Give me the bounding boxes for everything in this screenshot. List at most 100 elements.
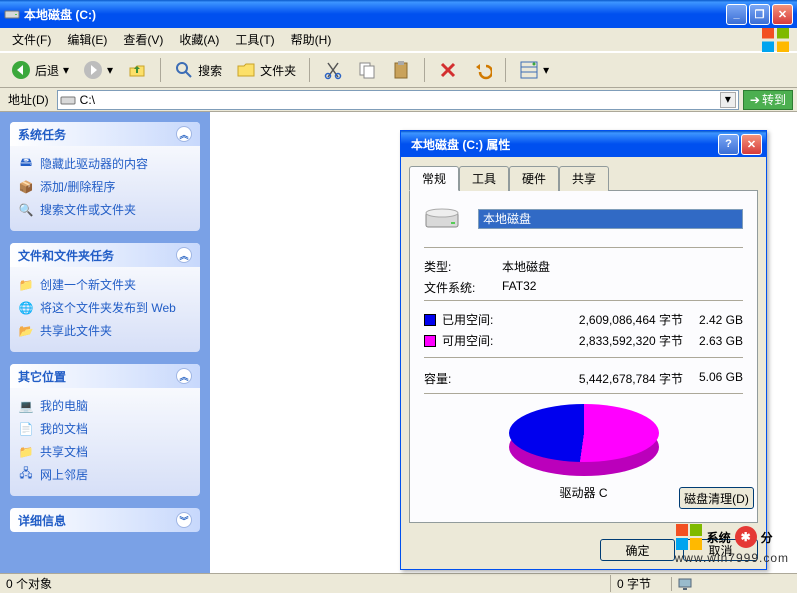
task-shared-docs[interactable]: 📁共享文档 [18, 440, 192, 463]
used-label: 已用空间: [442, 311, 522, 328]
minimize-button[interactable]: _ [726, 4, 747, 25]
panel-other-places: 其它位置 ︽ 💻我的电脑 📄 我的文档 📁共享文档 🖧 网上邻居 [10, 364, 200, 496]
copy-button[interactable] [352, 56, 382, 84]
paste-button[interactable] [386, 56, 416, 84]
free-swatch [424, 335, 436, 347]
views-button[interactable]: ▾ [514, 56, 554, 84]
watermark-brand2: 分 [761, 529, 773, 546]
task-label: 我的电脑 [40, 397, 88, 414]
separator [424, 357, 743, 358]
folders-button[interactable]: 文件夹 [231, 56, 301, 84]
go-button[interactable]: ➔ 转到 [743, 90, 793, 110]
tab-tools[interactable]: 工具 [459, 166, 509, 191]
task-label: 我的文档 [40, 420, 88, 437]
fs-label: 文件系统: [424, 279, 502, 296]
back-button[interactable]: 后退 ▾ [6, 56, 74, 84]
help-button[interactable]: ? [718, 134, 739, 155]
network-icon: 🖧 [18, 467, 34, 483]
delete-button[interactable] [433, 56, 463, 84]
separator [424, 247, 743, 248]
drive-icon [424, 205, 460, 233]
type-value: 本地磁盘 [502, 258, 550, 275]
panel-header[interactable]: 详细信息 ︾ [10, 508, 200, 532]
publish-icon: 🌐 [18, 300, 34, 316]
drive-icon [4, 6, 20, 22]
dialog-title: 本地磁盘 (C:) 属性 [405, 136, 716, 153]
task-my-documents[interactable]: 📄 我的文档 [18, 417, 192, 440]
titlebar[interactable]: 本地磁盘 (C:) _ ❐ ✕ [0, 0, 797, 28]
task-label: 共享此文件夹 [40, 322, 112, 339]
task-search[interactable]: 🔍搜索文件或文件夹 [18, 198, 192, 221]
tabpage-general: 本地磁盘 类型:本地磁盘 文件系统:FAT32 已用空间: 2,609,086,… [409, 190, 758, 523]
dialog-close-button[interactable]: ✕ [741, 134, 762, 155]
drive-icon: 🖴 [18, 156, 34, 172]
sidebar: 系统任务 ︽ 🖴隐藏此驱动器的内容 📦添加/删除程序 🔍搜索文件或文件夹 文件和… [0, 112, 210, 573]
maximize-button[interactable]: ❐ [749, 4, 770, 25]
back-label: 后退 [35, 62, 59, 79]
status-objects: 0 个对象 [6, 575, 52, 592]
panel-system-tasks: 系统任务 ︽ 🖴隐藏此驱动器的内容 📦添加/删除程序 🔍搜索文件或文件夹 [10, 122, 200, 231]
task-my-computer[interactable]: 💻我的电脑 [18, 394, 192, 417]
documents-icon: 📄 [18, 421, 34, 437]
menu-favorites[interactable]: 收藏(A) [171, 29, 227, 50]
menu-file[interactable]: 文件(F) [4, 29, 59, 50]
menu-help[interactable]: 帮助(H) [283, 29, 340, 50]
tabstrip: 常规 工具 硬件 共享 [409, 166, 758, 191]
panel-header[interactable]: 系统任务 ︽ [10, 122, 200, 146]
undo-button[interactable] [467, 56, 497, 84]
ok-button[interactable]: 确定 [600, 539, 675, 561]
toolbar: 后退 ▾ ▾ 搜索 文件夹 ▾ [0, 52, 797, 88]
dialog-titlebar[interactable]: 本地磁盘 (C:) 属性 ? ✕ [401, 131, 766, 157]
task-publish[interactable]: 🌐将这个文件夹发布到 Web [18, 296, 192, 319]
close-button[interactable]: ✕ [772, 4, 793, 25]
mslogo-icon [675, 523, 703, 551]
separator [424, 300, 743, 301]
menu-view[interactable]: 查看(V) [115, 29, 171, 50]
task-add-remove[interactable]: 📦添加/删除程序 [18, 175, 192, 198]
address-combo[interactable]: C:\ ▾ [57, 90, 739, 110]
dropdown-icon: ▾ [63, 63, 69, 77]
panel-title: 文件和文件夹任务 [18, 247, 114, 264]
task-label: 网上邻居 [40, 466, 88, 483]
tab-general[interactable]: 常规 [409, 166, 459, 191]
chevron-down-icon[interactable]: ︾ [176, 512, 192, 528]
used-swatch [424, 314, 436, 326]
cap-human: 5.06 GB [683, 370, 743, 387]
addremove-icon: 📦 [18, 179, 34, 195]
free-human: 2.63 GB [683, 334, 743, 348]
task-hide-drive[interactable]: 🖴隐藏此驱动器的内容 [18, 152, 192, 175]
menu-edit[interactable]: 编辑(E) [59, 29, 115, 50]
properties-dialog: 本地磁盘 (C:) 属性 ? ✕ 常规 工具 硬件 共享 本地磁盘 类型:本地磁… [400, 130, 767, 570]
forward-button[interactable]: ▾ [78, 56, 118, 84]
go-label: 转到 [762, 91, 786, 108]
chevron-up-icon[interactable]: ︽ [176, 126, 192, 142]
chevron-up-icon[interactable]: ︽ [176, 368, 192, 384]
share-icon: 📂 [18, 323, 34, 339]
panel-file-tasks: 文件和文件夹任务 ︽ 📁创建一个新文件夹 🌐将这个文件夹发布到 Web 📂 共享此… [10, 243, 200, 352]
separator [424, 393, 743, 394]
dropdown-icon: ▾ [543, 63, 549, 77]
statusbar: 0 个对象 0 字节 [0, 573, 797, 593]
used-bytes: 2,609,086,464 字节 [522, 311, 683, 328]
search-button[interactable]: 搜索 [169, 56, 227, 84]
drive-name-input[interactable]: 本地磁盘 [478, 209, 743, 229]
task-new-folder[interactable]: 📁创建一个新文件夹 [18, 273, 192, 296]
go-icon: ➔ [750, 93, 760, 107]
chevron-up-icon[interactable]: ︽ [176, 247, 192, 263]
task-share[interactable]: 📂 共享此文件夹 [18, 319, 192, 342]
dropdown-icon[interactable]: ▾ [720, 92, 736, 108]
tab-sharing[interactable]: 共享 [559, 166, 609, 191]
up-button[interactable] [122, 56, 152, 84]
separator [309, 58, 310, 82]
search-icon: 🔍 [18, 202, 34, 218]
disk-cleanup-button[interactable]: 磁盘清理(D) [679, 487, 754, 509]
task-network[interactable]: 🖧 网上邻居 [18, 463, 192, 486]
panel-header[interactable]: 文件和文件夹任务 ︽ [10, 243, 200, 267]
type-label: 类型: [424, 258, 502, 275]
dropdown-icon: ▾ [107, 63, 113, 77]
watermark: 系统 ✱ 分 www.win7999.com [675, 523, 789, 565]
cut-button[interactable] [318, 56, 348, 84]
menu-tools[interactable]: 工具(T) [227, 29, 282, 50]
tab-hardware[interactable]: 硬件 [509, 166, 559, 191]
panel-header[interactable]: 其它位置 ︽ [10, 364, 200, 388]
